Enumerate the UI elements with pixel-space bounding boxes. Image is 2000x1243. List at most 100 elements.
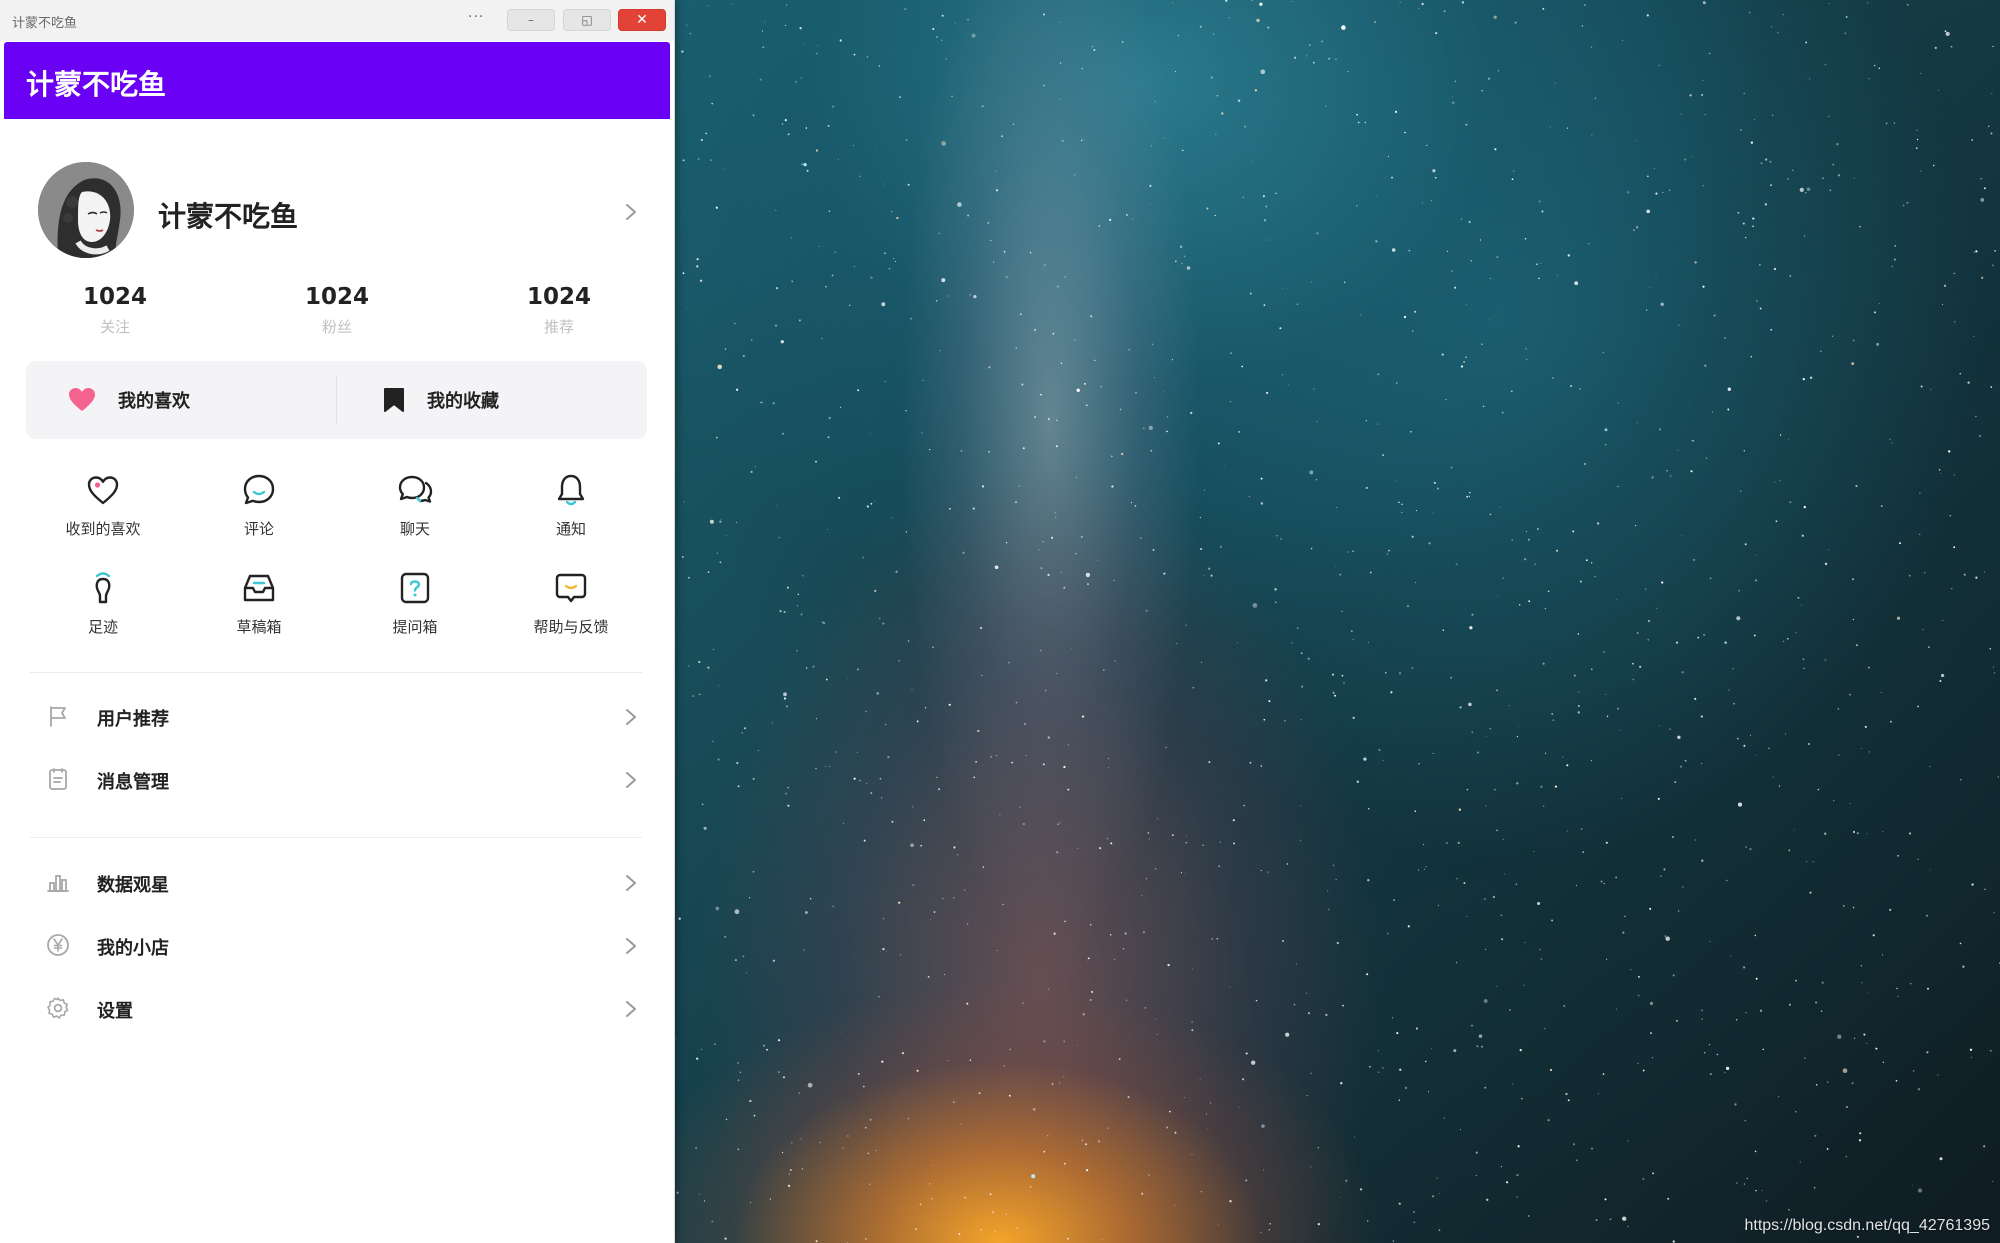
- star: [1423, 843, 1425, 846]
- star: [1896, 616, 1901, 620]
- star: [932, 27, 935, 31]
- star: [1485, 949, 1487, 950]
- star: [1155, 1018, 1156, 1020]
- star: [933, 911, 936, 913]
- star: [798, 319, 801, 322]
- grid-item-help-feedback[interactable]: 帮助与反馈: [496, 570, 646, 637]
- star: [1407, 925, 1410, 928]
- star: [1525, 530, 1527, 533]
- menu-item-data-stargazing[interactable]: 数据观星: [30, 856, 642, 908]
- star: [1743, 92, 1745, 95]
- star: [978, 1092, 981, 1095]
- grid-item-comments[interactable]: 评论: [184, 472, 334, 539]
- star: [1300, 805, 1302, 807]
- stat-fans[interactable]: 1024 粉丝: [262, 284, 412, 337]
- star: [1331, 673, 1335, 676]
- star: [1702, 1, 1706, 5]
- star: [1939, 679, 1942, 683]
- star: [1992, 1180, 1994, 1182]
- star: [1606, 715, 1609, 718]
- star: [1916, 138, 1919, 141]
- star: [1202, 844, 1204, 847]
- star: [1366, 1220, 1369, 1222]
- my-collection-button[interactable]: 我的收藏: [383, 361, 499, 439]
- star: [696, 258, 699, 261]
- star: [1845, 16, 1848, 18]
- grid-item-drafts[interactable]: 草稿箱: [184, 570, 334, 637]
- minimize-button[interactable]: –: [507, 9, 555, 31]
- star: [1413, 1221, 1416, 1224]
- avatar[interactable]: [38, 162, 134, 258]
- star: [1410, 431, 1412, 433]
- star: [1392, 1240, 1395, 1242]
- star: [1032, 1107, 1036, 1111]
- star: [1509, 1009, 1511, 1011]
- star: [1080, 535, 1083, 539]
- star: [1260, 765, 1263, 767]
- star: [712, 740, 714, 742]
- star: [1260, 1231, 1262, 1233]
- menu-item-message-management[interactable]: 消息管理: [30, 753, 642, 805]
- star: [829, 765, 831, 767]
- restore-button[interactable]: ◱: [563, 9, 611, 31]
- star: [1845, 1105, 1849, 1109]
- star: [1482, 405, 1485, 408]
- grid-item-chat[interactable]: 聊天: [340, 472, 490, 539]
- star: [1040, 393, 1042, 396]
- grid-item-question-box[interactable]: 提问箱: [340, 570, 490, 637]
- star: [800, 613, 803, 616]
- star: [1468, 702, 1472, 707]
- star: [699, 693, 701, 696]
- star: [1430, 1048, 1432, 1050]
- star: [781, 123, 784, 125]
- star: [711, 1220, 714, 1223]
- star: [1426, 144, 1428, 147]
- star: [803, 949, 805, 951]
- star: [1743, 744, 1746, 747]
- star: [1356, 113, 1358, 116]
- star: [1267, 26, 1270, 29]
- menu-item-settings[interactable]: 设置: [30, 982, 642, 1034]
- stat-value: 1024: [526, 284, 591, 310]
- star: [1590, 561, 1593, 564]
- grid-item-notifications[interactable]: 通知: [496, 472, 646, 539]
- star: [1003, 1065, 1005, 1067]
- star: [1500, 914, 1503, 917]
- star: [1759, 264, 1761, 266]
- star: [1075, 553, 1077, 555]
- star: [1107, 767, 1109, 769]
- star: [757, 750, 759, 752]
- star: [1604, 428, 1608, 432]
- stat-follow[interactable]: 1024 关注: [40, 284, 190, 337]
- grid-item-received-likes[interactable]: 收到的喜欢: [28, 472, 178, 539]
- star: [882, 622, 885, 625]
- stat-recommend[interactable]: 1024 推荐: [484, 284, 634, 337]
- close-button[interactable]: ✕: [618, 9, 666, 31]
- menu-item-my-shop[interactable]: 我的小店: [30, 919, 642, 971]
- star: [1470, 259, 1473, 262]
- star: [1190, 411, 1193, 415]
- more-icon[interactable]: ···: [468, 9, 484, 25]
- star: [1739, 490, 1742, 492]
- grid-item-footprints[interactable]: 足迹: [28, 570, 178, 637]
- star: [1399, 1068, 1402, 1071]
- star: [1446, 842, 1448, 844]
- title-bar[interactable]: 计蒙不吃鱼 ··· – ◱ ✕: [0, 0, 674, 41]
- star: [911, 688, 913, 690]
- star: [1225, 0, 1228, 2]
- star: [1590, 759, 1593, 762]
- star: [1983, 571, 1985, 573]
- star: [718, 685, 720, 687]
- star: [1500, 1166, 1502, 1168]
- menu-item-user-recommend[interactable]: 用户推荐: [30, 690, 642, 742]
- star: [941, 141, 946, 146]
- star: [1191, 1021, 1193, 1023]
- star: [1018, 485, 1021, 487]
- star: [1494, 148, 1497, 151]
- star: [1701, 1018, 1704, 1020]
- star: [888, 267, 891, 270]
- star: [1963, 573, 1966, 576]
- star: [1908, 574, 1911, 577]
- my-likes-button[interactable]: 我的喜欢: [68, 361, 190, 439]
- profile-row[interactable]: 计蒙不吃鱼: [38, 162, 648, 262]
